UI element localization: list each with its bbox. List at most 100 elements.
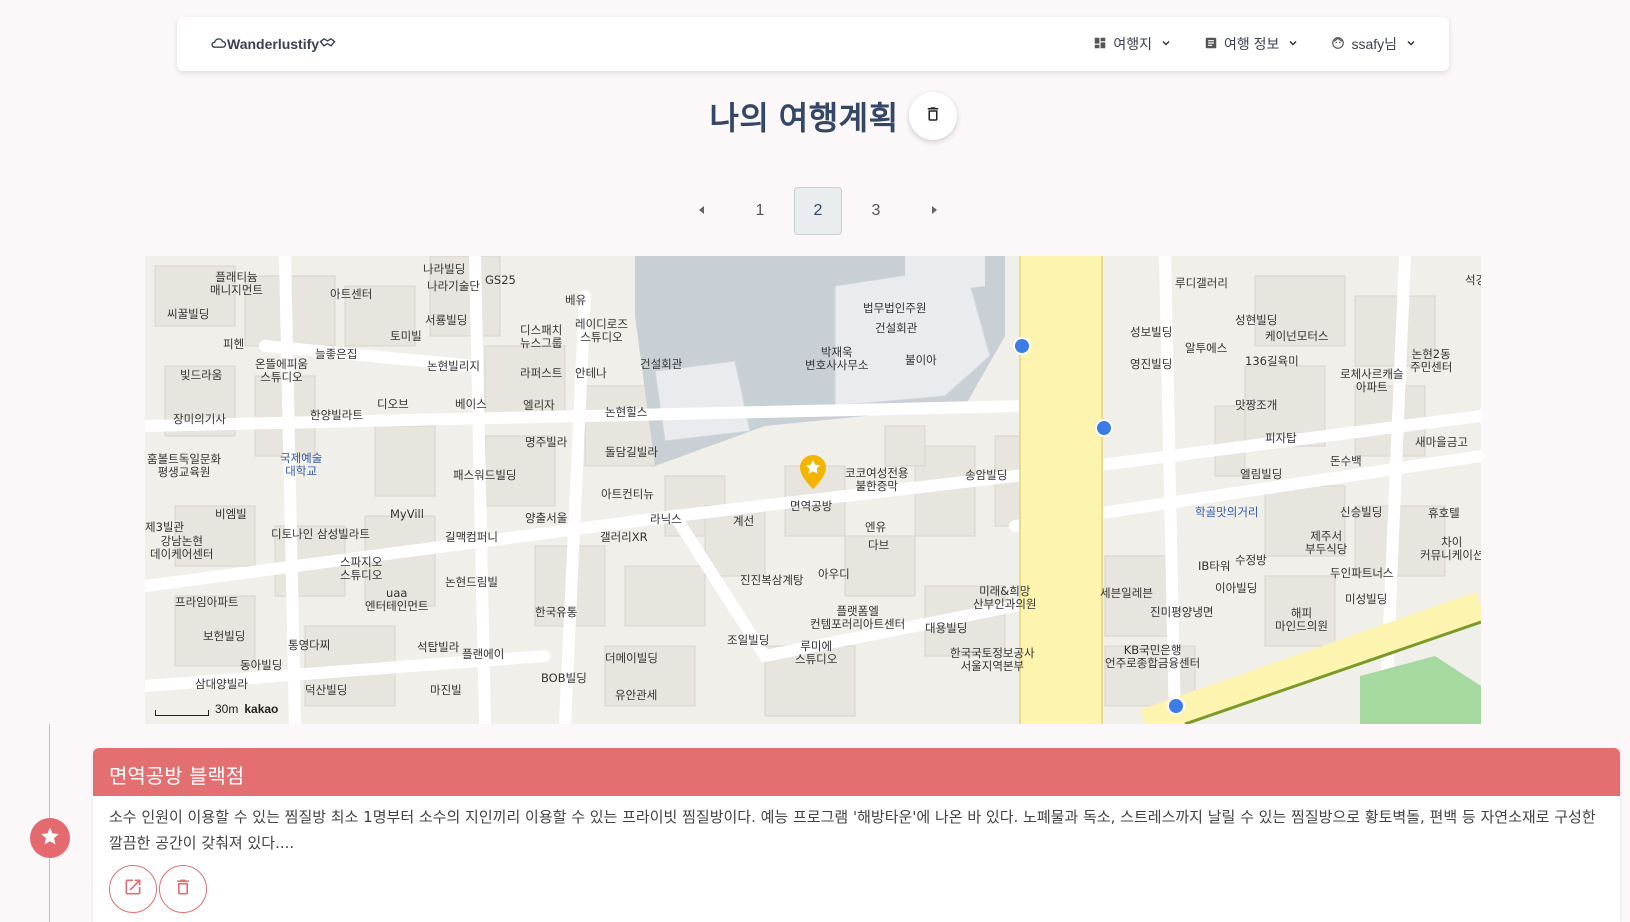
page-button[interactable]: 3 <box>852 187 900 235</box>
map-place-label[interactable]: 진진복삼계탕 <box>740 574 803 587</box>
map-place-label[interactable]: BOB빌딩 <box>541 672 587 685</box>
map-place-label[interactable]: 삼성빌라트 <box>317 528 370 541</box>
map-place-label[interactable]: 플래티늄 매니지먼트 <box>210 271 263 297</box>
map-place-label[interactable]: 새마을금고 <box>1415 436 1468 449</box>
nav-item-travel-info[interactable]: 여행 정보 <box>1204 34 1299 54</box>
map-place-label[interactable]: 수정방 <box>1235 554 1267 567</box>
map-place-label[interactable]: 패스워드빌딩 <box>453 469 516 482</box>
map[interactable]: 나라빌딩 플래티늄 매니지먼트 나라기술단 GS25 아트센터 씨꿀빌딩 토미빌 서룡빌딩 베유 피… <box>145 256 1481 724</box>
map-place-label[interactable]: 제3빌관 <box>145 521 184 534</box>
map-place-label[interactable]: uaa 엔터테인먼트 <box>365 587 428 613</box>
map-place-label[interactable]: 논현힐스 <box>605 406 647 419</box>
map-place-label[interactable]: 논현빌리지 <box>427 360 480 373</box>
delete-plan-button[interactable] <box>908 92 957 140</box>
map-place-label[interactable]: 건설회관 <box>875 322 917 335</box>
map-place-label[interactable]: 플랜에이 <box>462 648 504 661</box>
map-place-label[interactable]: 학골맛의거리 <box>1195 506 1258 519</box>
map-place-label[interactable]: 나라기술단 <box>427 280 480 293</box>
map-place-label[interactable]: 엘리자 <box>523 399 555 412</box>
map-place-label[interactable]: 석탑빌라 <box>417 641 459 654</box>
delete-item-button[interactable] <box>159 865 207 913</box>
map-place-label[interactable]: 레이디로즈 스튜디오 <box>575 318 628 344</box>
map-place-label[interactable]: 성보빌딩 <box>1130 326 1172 339</box>
map-place-label[interactable]: 건설회관 <box>640 358 682 371</box>
map-place-label[interactable]: 피헨 <box>223 338 244 351</box>
nav-item-user[interactable]: ssafy님 <box>1331 34 1417 54</box>
map-place-label[interactable]: 해피 마인드의원 <box>1275 607 1328 633</box>
map-place-label[interactable]: 계선 <box>733 515 754 528</box>
map-place-label[interactable]: 로체사르캐슬 아파트 <box>1340 368 1403 394</box>
map-place-label[interactable]: 라퍼스트 <box>520 367 562 380</box>
map-place-label[interactable]: 불이아 <box>905 354 937 367</box>
map-place-label[interactable]: 씨꿀빌딩 <box>167 308 209 321</box>
map-place-label[interactable]: 알투에스 <box>1185 342 1227 355</box>
map-place-label[interactable]: 온뜰에피움 스튜디오 <box>255 358 308 384</box>
map-place-label[interactable]: 돌담길빌라 <box>605 446 658 459</box>
map-place-label[interactable]: 아우디 <box>818 568 850 581</box>
map-place-label[interactable]: 영진빌딩 <box>1130 358 1172 371</box>
map-place-label[interactable]: 돈수백 <box>1330 455 1362 468</box>
map-place-label[interactable]: 스파지오 스튜디오 <box>340 556 382 582</box>
map-place-label[interactable]: 송암빌딩 <box>965 469 1007 482</box>
map-place-label[interactable]: 법무법인주원 <box>863 302 926 315</box>
map-place-label[interactable]: 면역공방 <box>790 500 832 513</box>
map-place-label[interactable]: 대용빌딩 <box>925 622 967 635</box>
map-place-label[interactable]: 엔유 <box>865 521 886 534</box>
map-place-label[interactable]: 마진빌 <box>430 684 462 697</box>
map-place-label[interactable]: 이아빌딩 <box>1215 582 1257 595</box>
map-place-label[interactable]: 석경 <box>1465 274 1481 287</box>
location-pin-icon[interactable] <box>800 455 826 489</box>
map-place-label[interactable]: 늘좋은집 <box>315 348 357 361</box>
map-place-label[interactable]: 프라임아파트 <box>175 596 238 609</box>
map-place-label[interactable]: 136길육미 <box>1245 355 1299 368</box>
map-place-label[interactable]: 국제예술 대학교 <box>280 452 322 478</box>
map-place-label[interactable]: 더메이빌딩 <box>605 652 658 665</box>
map-place-label[interactable]: 다브 <box>868 539 889 552</box>
map-place-label[interactable]: 토미빌 <box>390 330 422 343</box>
map-place-label[interactable]: 신승빌딩 <box>1340 506 1382 519</box>
map-place-label[interactable]: 루미에 스튜디오 <box>795 640 837 666</box>
map-place-label[interactable]: 갤러리XR <box>600 531 648 544</box>
map-place-label[interactable]: 한국유통 <box>535 606 577 619</box>
next-page-button[interactable] <box>910 187 958 235</box>
map-place-label[interactable]: 케이넌모터스 <box>1265 330 1328 343</box>
map-place-label[interactable]: 한국국토정보공사 서울지역본부 <box>950 647 1035 673</box>
map-place-label[interactable]: 안테나 <box>575 367 607 380</box>
map-place-label[interactable]: 박재욱 변호사사무소 <box>805 346 868 372</box>
map-place-label[interactable]: 비엠빌 <box>215 508 247 521</box>
map-place-label[interactable]: IB타워 <box>1198 560 1230 573</box>
map-place-label[interactable]: 보헌빌딩 <box>203 630 245 643</box>
bus-stop-icon[interactable] <box>1095 419 1113 437</box>
map-place-label[interactable]: 루디갤러리 <box>1175 277 1228 290</box>
map-place-label[interactable]: 디오브 <box>377 398 409 411</box>
map-place-label[interactable]: MyVill <box>390 508 424 521</box>
map-place-label[interactable]: 두인파트너스 <box>1330 567 1393 580</box>
map-place-label[interactable]: 유안관세 <box>615 689 657 702</box>
bus-stop-icon[interactable] <box>1013 337 1031 355</box>
map-place-label[interactable]: 세븐일레븐 <box>1100 587 1153 600</box>
map-place-label[interactable]: 제주서 부두식당 <box>1305 530 1347 556</box>
nav-item-destinations[interactable]: 여행지 <box>1093 34 1172 54</box>
open-link-button[interactable] <box>109 865 157 913</box>
map-place-label[interactable]: 미래&희망 산부인과의원 <box>973 585 1036 611</box>
map-place-label[interactable]: 라닉스 <box>650 513 682 526</box>
map-place-label[interactable]: 코코여성전용 불한증막 <box>845 467 908 493</box>
map-place-label[interactable]: 베유 <box>565 294 586 307</box>
map-place-label[interactable]: 길맥컴퍼니 <box>445 531 498 544</box>
map-place-label[interactable]: 삼대양빌라 <box>195 678 248 691</box>
brand-logo[interactable]: Wanderlustify <box>210 36 336 53</box>
map-place-label[interactable]: 양출서울 <box>525 512 567 525</box>
map-place-label[interactable]: 조일빌딩 <box>727 634 769 647</box>
map-place-label[interactable]: 빛드라움 <box>180 369 222 382</box>
map-place-label[interactable]: 미성빌딩 <box>1345 593 1387 606</box>
map-place-label[interactable]: 휴호텔 <box>1428 507 1460 520</box>
map-place-label[interactable]: 명주빌라 <box>525 436 567 449</box>
map-place-label[interactable]: 동아빌딩 <box>240 659 282 672</box>
map-place-label[interactable]: 덕산빌딩 <box>305 684 347 697</box>
map-place-label[interactable]: 디토나인 <box>271 528 313 541</box>
map-place-label[interactable]: 엘림빌딩 <box>1240 468 1282 481</box>
page-button[interactable]: 1 <box>736 187 784 235</box>
map-place-label[interactable]: 맛짱조개 <box>1235 399 1277 412</box>
map-place-label[interactable]: KB국민은행 언주로종합금융센터 <box>1105 644 1200 670</box>
map-place-label[interactable]: 장미의기사 <box>173 413 226 426</box>
